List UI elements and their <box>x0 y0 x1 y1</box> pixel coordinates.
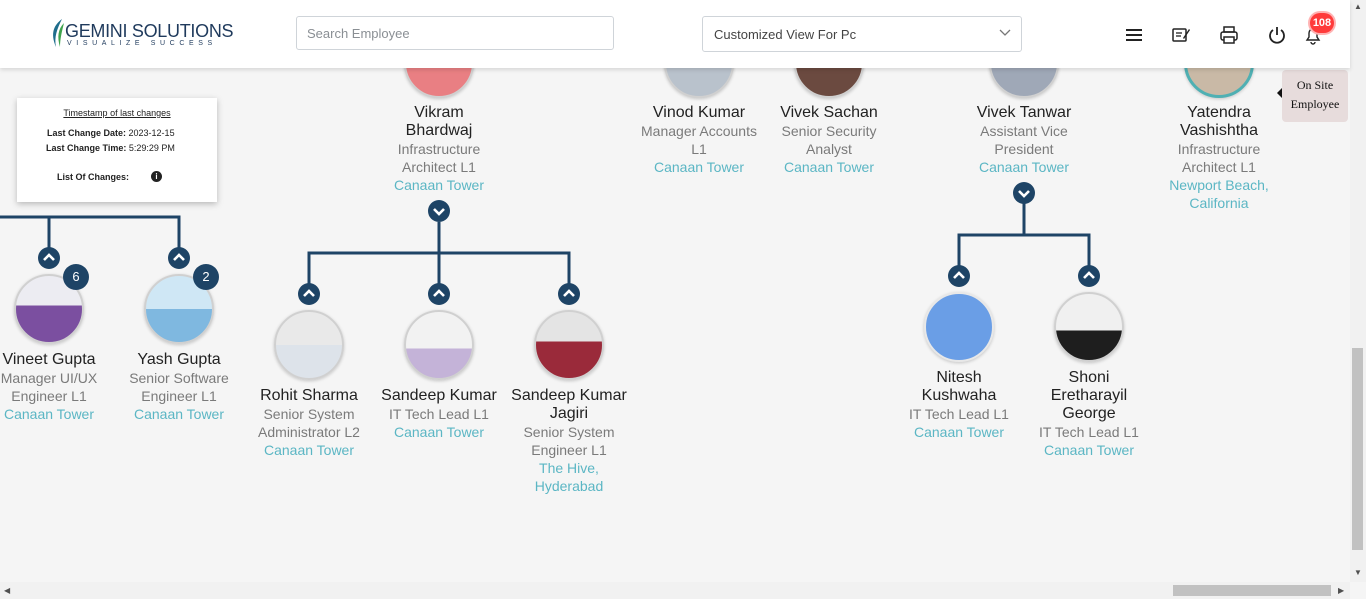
logo-name: GEMINI SOLUTIONS <box>65 21 234 41</box>
employee-location[interactable]: Canaan Tower <box>629 158 769 176</box>
last-change-date-label: Last Change Date: <box>47 128 127 138</box>
employee-location[interactable]: The Hive, Hyderabad <box>529 459 609 495</box>
employee-title: Assistant Vice President <box>980 123 1068 157</box>
avatar-sandeep-jagiri[interactable] <box>534 310 604 380</box>
expand-sandeep-jagiri-chevron-up-icon[interactable] <box>557 282 581 306</box>
view-select-value: Customized View For Pc <box>714 27 857 42</box>
employee-card-shoni[interactable]: Shoni Eretharayil George IT Tech Lead L1… <box>1019 369 1159 459</box>
employee-title: Senior Software Engineer L1 <box>129 370 229 404</box>
company-logo[interactable]: GEMINI SOLUTIONS VISUALIZE SUCCESS <box>48 17 234 51</box>
employee-title: Senior Security Analyst <box>781 123 877 157</box>
scroll-right-arrow-icon[interactable]: ▶ <box>1338 586 1344 595</box>
employee-location[interactable]: Canaan Tower <box>239 441 379 459</box>
employee-card-vivek-tanwar[interactable]: Vivek Tanwar Assistant Vice President Ca… <box>954 104 1094 176</box>
expand-nitesh-chevron-up-icon[interactable] <box>947 264 971 288</box>
reports-count-badge: 2 <box>193 264 219 290</box>
employee-name: Vinod Kumar <box>652 104 746 121</box>
menu-icon[interactable] <box>1124 25 1144 45</box>
employee-name: Sandeep Kumar Jagiri <box>511 387 627 422</box>
employee-location[interactable]: Canaan Tower <box>954 158 1094 176</box>
top-header: GEMINI SOLUTIONS VISUALIZE SUCCESS Custo… <box>0 0 1350 68</box>
employee-name: Vikram Bhardwaj <box>405 104 473 139</box>
list-of-changes-label: List Of Changes: <box>57 172 130 182</box>
expand-vineet-chevron-up-icon[interactable] <box>37 246 61 270</box>
timestamp-title: Timestamp of last changes <box>63 108 171 118</box>
employee-card-sandeep[interactable]: Sandeep Kumar IT Tech Lead L1 Canaan Tow… <box>369 387 509 441</box>
employee-title: Manager UI/UX Engineer L1 <box>0 370 98 404</box>
employee-card-vineet[interactable]: Vineet Gupta Manager UI/UX Engineer L1 C… <box>0 351 119 423</box>
employee-location[interactable]: Canaan Tower <box>369 423 509 441</box>
last-change-time-value: 5:29:29 PM <box>128 143 175 153</box>
view-select[interactable]: Customized View For Pc <box>702 16 1022 52</box>
employee-location[interactable]: Canaan Tower <box>759 158 899 176</box>
employee-card-rohit[interactable]: Rohit Sharma Senior System Administrator… <box>239 387 379 459</box>
onsite-employee-tab[interactable]: On Site Employee <box>1282 70 1348 122</box>
reports-count-badge: 6 <box>63 264 89 290</box>
search-employee-input[interactable] <box>296 16 614 50</box>
employee-name: Yash Gupta <box>137 351 221 368</box>
employee-title: Senior System Engineer L1 <box>523 424 615 458</box>
onsite-line2: Employee <box>1290 97 1340 111</box>
employee-name: Shoni Eretharayil George <box>1050 369 1128 422</box>
employee-card-yash[interactable]: Yash Gupta Senior Software Engineer L1 C… <box>109 351 249 423</box>
employee-location[interactable]: Canaan Tower <box>1019 441 1159 459</box>
employee-card-sandeep-jagiri[interactable]: Sandeep Kumar Jagiri Senior System Engin… <box>499 387 639 495</box>
vertical-scrollbar[interactable]: ▲ ▼ <box>1350 0 1366 582</box>
employee-location[interactable]: Canaan Tower <box>369 176 509 194</box>
employee-location[interactable]: Canaan Tower <box>889 423 1029 441</box>
employee-title: Infrastructure Architect L1 <box>397 141 481 175</box>
employee-location[interactable]: Canaan Tower <box>0 405 119 423</box>
employee-card-nitesh[interactable]: Nitesh Kushwaha IT Tech Lead L1 Canaan T… <box>889 369 1029 441</box>
employee-name: Yatendra Vashishtha <box>1180 104 1258 139</box>
employee-title: Senior System Administrator L2 <box>258 406 360 440</box>
employee-name: Vivek Sachan <box>780 104 878 121</box>
avatar-nitesh[interactable] <box>924 292 994 362</box>
horizontal-scrollbar[interactable]: ◀ ▶ <box>0 582 1350 599</box>
info-icon[interactable]: i <box>151 171 162 182</box>
vertical-scroll-thumb[interactable] <box>1352 348 1363 550</box>
employee-card-vivek-sachan[interactable]: Vivek Sachan Senior Security Analyst Can… <box>759 104 899 176</box>
employee-name: Vineet Gupta <box>2 351 96 368</box>
onsite-line1: On Site <box>1296 78 1334 92</box>
employee-name: Sandeep Kumar <box>381 387 497 404</box>
employee-name: Vivek Tanwar <box>976 104 1072 121</box>
horizontal-scroll-thumb[interactable] <box>1173 585 1331 596</box>
edit-note-icon[interactable] <box>1171 25 1191 45</box>
scroll-up-arrow-icon[interactable]: ▲ <box>1354 2 1362 11</box>
collapse-vikram-chevron-down-icon[interactable] <box>427 199 451 223</box>
avatar-shoni[interactable] <box>1054 292 1124 362</box>
logo-tagline: VISUALIZE SUCCESS <box>67 40 217 47</box>
employee-location[interactable]: Canaan Tower <box>109 405 249 423</box>
chevron-down-icon <box>999 29 1011 36</box>
employee-title: IT Tech Lead L1 <box>389 406 489 422</box>
employee-card-yatendra[interactable]: Yatendra Vashishtha Infrastructure Archi… <box>1149 104 1289 212</box>
expand-rohit-chevron-up-icon[interactable] <box>297 282 321 306</box>
scroll-down-arrow-icon[interactable]: ▼ <box>1354 568 1362 577</box>
avatar-sandeep[interactable] <box>404 310 474 380</box>
employee-title: IT Tech Lead L1 <box>1039 424 1139 440</box>
last-change-time-label: Last Change Time: <box>46 143 127 153</box>
collapse-vivek-tanwar-chevron-down-icon[interactable] <box>1012 181 1036 205</box>
employee-title: Infrastructure Architect L1 <box>1177 141 1261 175</box>
expand-shoni-chevron-up-icon[interactable] <box>1077 264 1101 288</box>
employee-name: Rohit Sharma <box>260 387 358 404</box>
expand-sandeep-chevron-up-icon[interactable] <box>427 282 451 306</box>
notification-badge[interactable]: 108 <box>1310 13 1334 33</box>
employee-card-vikram[interactable]: Vikram Bhardwaj Infrastructure Architect… <box>369 104 509 194</box>
employee-location[interactable]: Newport Beach, California <box>1164 176 1274 212</box>
last-change-date-value: 2023-12-15 <box>128 128 175 138</box>
print-icon[interactable] <box>1219 25 1239 45</box>
employee-card-vinod[interactable]: Vinod Kumar Manager Accounts L1 Canaan T… <box>629 104 769 176</box>
expand-yash-chevron-up-icon[interactable] <box>167 246 191 270</box>
employee-title: Manager Accounts L1 <box>641 123 757 157</box>
timestamp-card: Timestamp of last changes Last Change Da… <box>17 98 217 202</box>
employee-title: IT Tech Lead L1 <box>909 406 1009 422</box>
power-icon[interactable] <box>1267 25 1287 45</box>
avatar-rohit[interactable] <box>274 310 344 380</box>
employee-name: Nitesh Kushwaha <box>921 369 997 404</box>
scroll-left-arrow-icon[interactable]: ◀ <box>4 586 10 595</box>
